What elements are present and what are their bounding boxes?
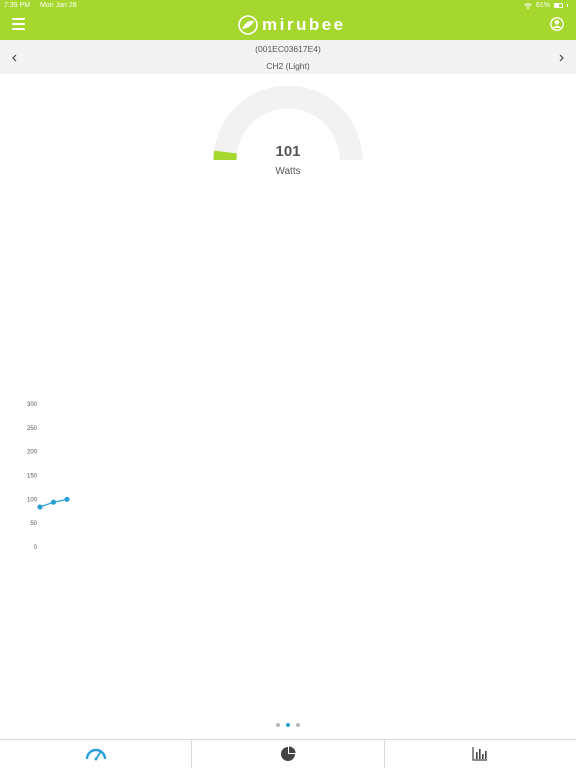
page-indicator — [276, 723, 300, 727]
device-id: (001EC03617E4) — [255, 44, 321, 54]
channel-name: CH2 (Light) — [266, 61, 310, 71]
wifi-icon — [524, 2, 532, 9]
app-header: 7:39 PM Mon Jan 28 61% mirubee — [0, 0, 576, 40]
chart-y-tick-label: 100 — [27, 497, 38, 503]
status-right: 61% — [524, 2, 568, 9]
live-power-chart: 300 250 200 150 100 50 0 — [27, 402, 70, 551]
page-dot[interactable] — [276, 723, 280, 727]
hamburger-menu-icon[interactable] — [12, 18, 25, 30]
page-dot[interactable] — [296, 723, 300, 727]
pie-chart-icon — [280, 746, 296, 761]
tab-history[interactable] — [383, 740, 576, 768]
battery-tip — [567, 4, 568, 7]
status-date: Mon Jan 28 — [40, 2, 77, 9]
speedometer-icon — [85, 748, 106, 761]
app-root: 7:39 PM Mon Jan 28 61% mirubee (001EC036… — [0, 0, 576, 768]
next-device-button[interactable] — [556, 51, 566, 63]
bar-chart-icon — [472, 747, 488, 761]
logo-text: mirubee — [262, 15, 346, 34]
chart-y-tick-label: 0 — [34, 545, 38, 551]
mirubee-logo: mirubee — [238, 14, 346, 36]
leaf-logo-icon — [238, 15, 258, 35]
battery-icon — [554, 3, 563, 8]
status-time: 7:39 PM — [4, 2, 31, 9]
gauge-fill — [213, 150, 237, 161]
page-dot[interactable] — [286, 723, 290, 727]
chart-y-tick-label: 50 — [30, 521, 37, 527]
tab-consumption[interactable] — [191, 740, 383, 768]
status-bar: 7:39 PM Mon Jan 28 61% — [0, 0, 576, 12]
chart-data-point — [50, 499, 57, 505]
chart-data-point — [37, 504, 43, 510]
chart-y-tick-label: 250 — [27, 426, 38, 432]
power-unit: Watts — [275, 166, 301, 177]
battery-percent: 61% — [535, 2, 550, 9]
chart-y-tick-label: 150 — [27, 474, 38, 480]
status-left: 7:39 PM Mon Jan 28 — [4, 2, 85, 9]
chart-data-point — [64, 496, 70, 502]
chart-y-tick-label: 300 — [27, 402, 38, 408]
bottom-tab-bar — [0, 739, 576, 768]
chevron-right-icon — [559, 54, 564, 62]
device-selector: (001EC03617E4) CH2 (Light) — [0, 40, 576, 74]
power-value: 101 — [275, 143, 301, 160]
user-account-icon[interactable] — [550, 17, 564, 31]
tab-live[interactable] — [0, 740, 191, 768]
chart-y-tick-label: 200 — [27, 450, 38, 456]
